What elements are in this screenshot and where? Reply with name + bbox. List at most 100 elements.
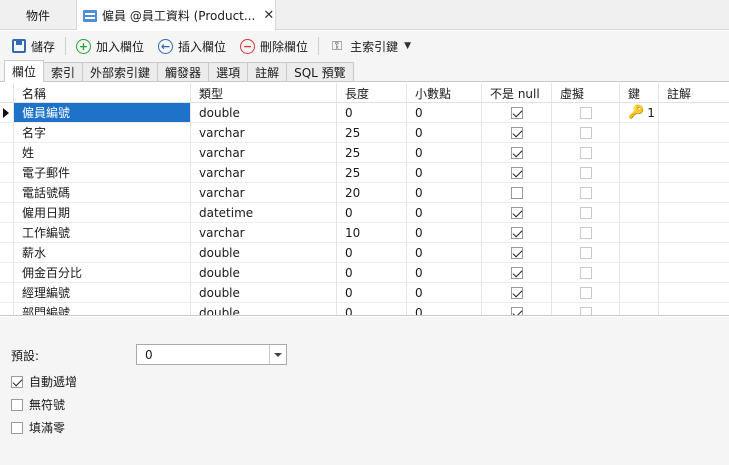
- table-row[interactable]: 姓 varchar 25 0: [0, 143, 729, 163]
- field-comment-cell[interactable]: [659, 223, 729, 243]
- virtual-cell[interactable]: [552, 163, 620, 183]
- not-null-cell[interactable]: [482, 243, 552, 263]
- virtual-checkbox[interactable]: [579, 266, 592, 279]
- field-type-cell[interactable]: double: [191, 243, 337, 263]
- field-name-cell[interactable]: 佣金百分比: [14, 263, 191, 283]
- virtual-cell[interactable]: [552, 123, 620, 143]
- field-type-cell[interactable]: double: [191, 263, 337, 283]
- key-cell[interactable]: [620, 243, 659, 263]
- column-header-virtual[interactable]: 虛擬: [552, 83, 620, 103]
- field-comment-cell[interactable]: [659, 263, 729, 283]
- tab-objects[interactable]: 物件: [0, 0, 77, 30]
- field-length-cell[interactable]: 0: [337, 103, 407, 123]
- save-button[interactable]: 儲存: [8, 34, 59, 58]
- not-null-cell[interactable]: [482, 283, 552, 303]
- not-null-cell[interactable]: [482, 123, 552, 143]
- close-icon[interactable]: ✕: [263, 8, 274, 23]
- field-name-cell[interactable]: 經理編號: [14, 283, 191, 303]
- column-header-decimals[interactable]: 小數點: [407, 83, 482, 103]
- column-header-key[interactable]: 鍵: [620, 83, 659, 103]
- table-row[interactable]: 經理編號 double 0 0: [0, 283, 729, 303]
- virtual-checkbox[interactable]: [579, 226, 592, 239]
- field-length-cell[interactable]: 0: [337, 303, 407, 315]
- field-type-cell[interactable]: varchar: [191, 163, 337, 183]
- table-row[interactable]: 僱員編號 double 0 0 🔑 1: [0, 103, 729, 123]
- key-cell[interactable]: [620, 123, 659, 143]
- not-null-checkbox[interactable]: [510, 126, 523, 139]
- field-type-cell[interactable]: datetime: [191, 203, 337, 223]
- not-null-checkbox[interactable]: [510, 226, 523, 239]
- not-null-checkbox[interactable]: [510, 166, 523, 179]
- key-cell[interactable]: [620, 223, 659, 243]
- virtual-checkbox[interactable]: [579, 246, 592, 259]
- field-name-cell[interactable]: 姓: [14, 143, 191, 163]
- virtual-checkbox[interactable]: [579, 306, 592, 315]
- field-decimals-cell[interactable]: 0: [407, 223, 482, 243]
- virtual-checkbox[interactable]: [579, 206, 592, 219]
- not-null-cell[interactable]: [482, 303, 552, 315]
- key-cell[interactable]: 🔑 1: [620, 103, 659, 123]
- field-length-cell[interactable]: 0: [337, 243, 407, 263]
- not-null-cell[interactable]: [482, 223, 552, 243]
- table-row[interactable]: 僱用日期 datetime 0 0: [0, 203, 729, 223]
- not-null-cell[interactable]: [482, 143, 552, 163]
- field-type-cell[interactable]: double: [191, 303, 337, 315]
- field-type-cell[interactable]: varchar: [191, 223, 337, 243]
- column-header-length[interactable]: 長度: [337, 83, 407, 103]
- field-decimals-cell[interactable]: 0: [407, 303, 482, 315]
- virtual-cell[interactable]: [552, 183, 620, 203]
- option-checkbox[interactable]: [11, 375, 23, 388]
- chevron-down-icon[interactable]: [269, 345, 286, 364]
- table-row[interactable]: 電子郵件 varchar 25 0: [0, 163, 729, 183]
- virtual-cell[interactable]: [552, 263, 620, 283]
- tab-sql-preview[interactable]: SQL 預覽: [286, 62, 354, 81]
- virtual-checkbox[interactable]: [579, 186, 592, 199]
- tab-foreign-keys[interactable]: 外部索引鍵: [82, 62, 159, 81]
- table-row[interactable]: 名字 varchar 25 0: [0, 123, 729, 143]
- table-row[interactable]: 工作編號 varchar 10 0: [0, 223, 729, 243]
- field-decimals-cell[interactable]: 0: [407, 103, 482, 123]
- default-value-combo[interactable]: 0: [136, 344, 287, 365]
- key-cell[interactable]: [620, 303, 659, 315]
- virtual-checkbox[interactable]: [579, 166, 592, 179]
- field-decimals-cell[interactable]: 0: [407, 283, 482, 303]
- field-decimals-cell[interactable]: 0: [407, 203, 482, 223]
- virtual-cell[interactable]: [552, 143, 620, 163]
- field-name-cell[interactable]: 電話號碼: [14, 183, 191, 203]
- field-name-cell[interactable]: 僱用日期: [14, 203, 191, 223]
- not-null-cell[interactable]: [482, 263, 552, 283]
- not-null-cell[interactable]: [482, 183, 552, 203]
- delete-field-button[interactable]: − 刪除欄位: [236, 34, 312, 58]
- key-cell[interactable]: [620, 163, 659, 183]
- tab-triggers[interactable]: 觸發器: [157, 62, 210, 81]
- not-null-checkbox[interactable]: [510, 186, 523, 199]
- virtual-cell[interactable]: [552, 243, 620, 263]
- field-comment-cell[interactable]: [659, 283, 729, 303]
- field-decimals-cell[interactable]: 0: [407, 263, 482, 283]
- option-checkbox[interactable]: [11, 398, 23, 411]
- field-comment-cell[interactable]: [659, 103, 729, 123]
- virtual-cell[interactable]: [552, 223, 620, 243]
- tab-comments[interactable]: 註解: [247, 62, 288, 81]
- not-null-checkbox[interactable]: [510, 206, 523, 219]
- field-comment-cell[interactable]: [659, 143, 729, 163]
- field-name-cell[interactable]: 部門編號: [14, 303, 191, 315]
- option-0[interactable]: 自動遞增: [11, 373, 77, 390]
- default-value[interactable]: 0: [137, 348, 269, 362]
- column-header-name[interactable]: 名稱: [14, 83, 191, 103]
- column-header-type[interactable]: 類型: [191, 83, 337, 103]
- field-type-cell[interactable]: varchar: [191, 183, 337, 203]
- not-null-checkbox[interactable]: [510, 146, 523, 159]
- table-row[interactable]: 部門編號 double 0 0: [0, 303, 729, 315]
- field-name-cell[interactable]: 電子郵件: [14, 163, 191, 183]
- field-comment-cell[interactable]: [659, 203, 729, 223]
- field-type-cell[interactable]: varchar: [191, 123, 337, 143]
- not-null-checkbox[interactable]: [510, 266, 523, 279]
- field-type-cell[interactable]: double: [191, 283, 337, 303]
- not-null-checkbox[interactable]: [510, 306, 523, 315]
- virtual-checkbox[interactable]: [579, 106, 592, 119]
- field-length-cell[interactable]: 0: [337, 263, 407, 283]
- field-decimals-cell[interactable]: 0: [407, 143, 482, 163]
- virtual-cell[interactable]: [552, 103, 620, 123]
- field-length-cell[interactable]: 20: [337, 183, 407, 203]
